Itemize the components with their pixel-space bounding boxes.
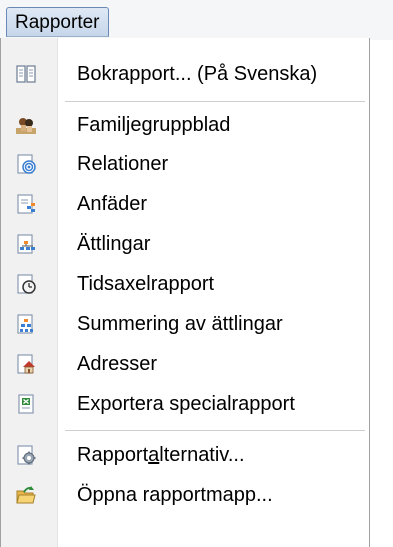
menu-item-label: Ättlingar bbox=[77, 232, 151, 255]
export-spreadsheet-icon bbox=[18, 394, 34, 414]
menu-item-adresser[interactable]: Adresser bbox=[1, 344, 369, 384]
menu-item-familjegruppblad[interactable]: Familjegruppblad bbox=[1, 105, 369, 145]
menu-item-label: Anfäder bbox=[77, 192, 148, 215]
menu-item-tidsaxelrapport[interactable]: Tidsaxelrapport bbox=[1, 264, 369, 304]
report-options-gear-icon bbox=[17, 445, 36, 465]
menu-bar: Rapporter bbox=[0, 0, 393, 40]
address-house-icon bbox=[17, 354, 35, 374]
menu-item-label: Summering av ättlingar bbox=[77, 312, 283, 335]
relations-target-icon bbox=[17, 154, 36, 174]
menu-item-label: Öppna rapportmapp... bbox=[77, 483, 273, 506]
timeline-clock-icon bbox=[17, 274, 36, 294]
book-icon bbox=[16, 65, 36, 83]
menu-item-bokrapport[interactable]: Bokrapport... (På Svenska) bbox=[1, 54, 369, 94]
menu-item-label: Familjegruppblad bbox=[77, 113, 231, 136]
menu-item-relationer[interactable]: Relationer bbox=[1, 144, 369, 184]
menu-item-label: Exportera specialrapport bbox=[77, 392, 295, 415]
rapporter-dropdown: Bokrapport... (På Svenska) Familjegruppb… bbox=[0, 38, 370, 547]
descendants-chart-icon bbox=[17, 234, 35, 254]
menu-item-anfader[interactable]: Anfäder bbox=[1, 184, 369, 224]
menu-item-label: Bokrapport... (På Svenska) bbox=[77, 62, 318, 85]
open-report-folder-icon bbox=[16, 486, 36, 504]
menu-item-label: Relationer bbox=[77, 152, 169, 175]
separator bbox=[65, 101, 365, 103]
menu-item-oppna-rapportmapp[interactable]: Öppna rapportmapp... bbox=[1, 475, 369, 515]
separator bbox=[65, 430, 365, 432]
menu-item-summering-av-attlingar[interactable]: Summering av ättlingar bbox=[1, 304, 369, 344]
menu-rapporter[interactable]: Rapporter bbox=[6, 7, 109, 37]
mnemonic-underline: a bbox=[148, 443, 160, 466]
menu-item-exportera-specialrapport[interactable]: Exportera specialrapport bbox=[1, 384, 369, 424]
descendant-summary-icon bbox=[17, 314, 33, 334]
menu-item-label: Tidsaxelrapport bbox=[77, 272, 215, 295]
menu-item-attlingar[interactable]: Ättlingar bbox=[1, 224, 369, 264]
menu-item-label: Rapportalternativ... bbox=[77, 443, 245, 466]
ancestors-chart-icon bbox=[17, 194, 35, 214]
family-group-icon bbox=[16, 118, 36, 134]
menu-item-label: Adresser bbox=[77, 352, 158, 375]
menu-item-rapportalternativ[interactable]: Rapportalternativ... bbox=[1, 435, 369, 475]
